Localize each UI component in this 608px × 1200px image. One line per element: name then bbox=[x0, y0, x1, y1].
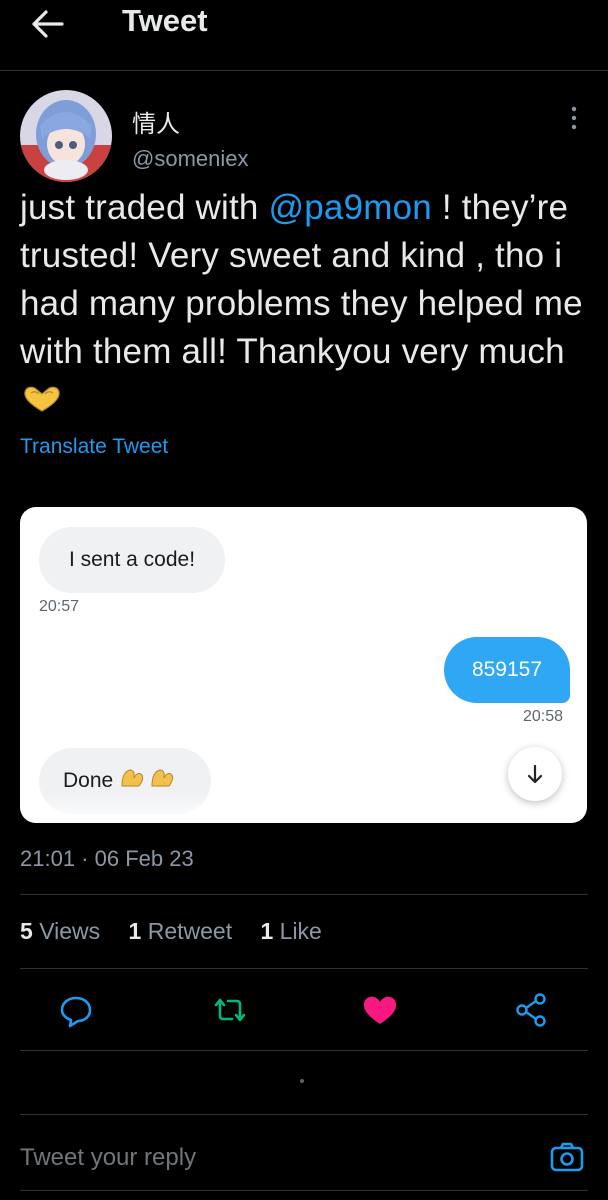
action-bar bbox=[0, 990, 608, 1034]
chat-message-bubble: I sent a code! bbox=[39, 527, 225, 593]
reply-input[interactable]: Tweet your reply bbox=[20, 1144, 196, 1172]
retweet-icon[interactable] bbox=[210, 990, 250, 1030]
camera-icon[interactable] bbox=[549, 1140, 585, 1174]
reply-icon[interactable] bbox=[56, 990, 96, 1030]
chat-message-bubble: 859157 bbox=[444, 637, 570, 703]
author-handle[interactable]: @someniex bbox=[132, 146, 249, 172]
divider bbox=[20, 968, 588, 969]
likes-label: Like bbox=[279, 918, 322, 944]
translate-tweet-link[interactable]: Translate Tweet bbox=[20, 435, 168, 459]
avatar[interactable] bbox=[20, 90, 112, 182]
divider bbox=[20, 894, 588, 895]
retweets-label: Retweet bbox=[147, 918, 233, 944]
back-arrow-icon[interactable] bbox=[30, 8, 66, 40]
tweet-image[interactable]: I sent a code! 20:57 859157 20:58 Done bbox=[20, 507, 587, 823]
divider bbox=[20, 1190, 588, 1191]
tweet-timestamp: 21:01 · 06 Feb 23 bbox=[20, 846, 194, 871]
page-indicator-dot bbox=[300, 1079, 304, 1083]
arrow-down-icon bbox=[527, 764, 543, 784]
author-display-name[interactable]: 情人 bbox=[132, 104, 180, 139]
likes-stat[interactable]: 1 Like bbox=[260, 918, 321, 944]
engagement-stats: 5 Views 1 Retweet 1 Like bbox=[20, 918, 344, 945]
views-count: 5 bbox=[20, 918, 33, 944]
share-icon[interactable] bbox=[512, 990, 552, 1030]
mention-link[interactable]: @pa9mon bbox=[269, 188, 432, 227]
chat-message-time: 20:58 bbox=[523, 708, 564, 725]
tweet-text: just traded with @pa9mon ! they’re trust… bbox=[20, 184, 590, 424]
image-fade-overlay bbox=[20, 793, 587, 823]
tweet-text-part: just traded with bbox=[20, 188, 269, 227]
views-label: Views bbox=[39, 918, 101, 944]
page-title: Tweet bbox=[122, 3, 208, 38]
chat-message-time: 20:57 bbox=[39, 598, 80, 615]
chat-message-text: Done bbox=[63, 769, 114, 792]
scroll-down-button bbox=[508, 747, 562, 801]
retweets-stat[interactable]: 1 Retweet bbox=[129, 918, 233, 944]
likes-count: 1 bbox=[260, 918, 274, 944]
top-bar: Tweet bbox=[0, 0, 608, 71]
like-heart-icon[interactable] bbox=[360, 990, 400, 1030]
heart-hands-emoji-icon bbox=[22, 378, 62, 412]
divider bbox=[20, 1114, 588, 1115]
views-stat[interactable]: 5 Views bbox=[20, 918, 100, 944]
more-options-icon[interactable] bbox=[562, 104, 586, 132]
divider bbox=[20, 1050, 588, 1051]
retweets-count: 1 bbox=[128, 918, 142, 944]
